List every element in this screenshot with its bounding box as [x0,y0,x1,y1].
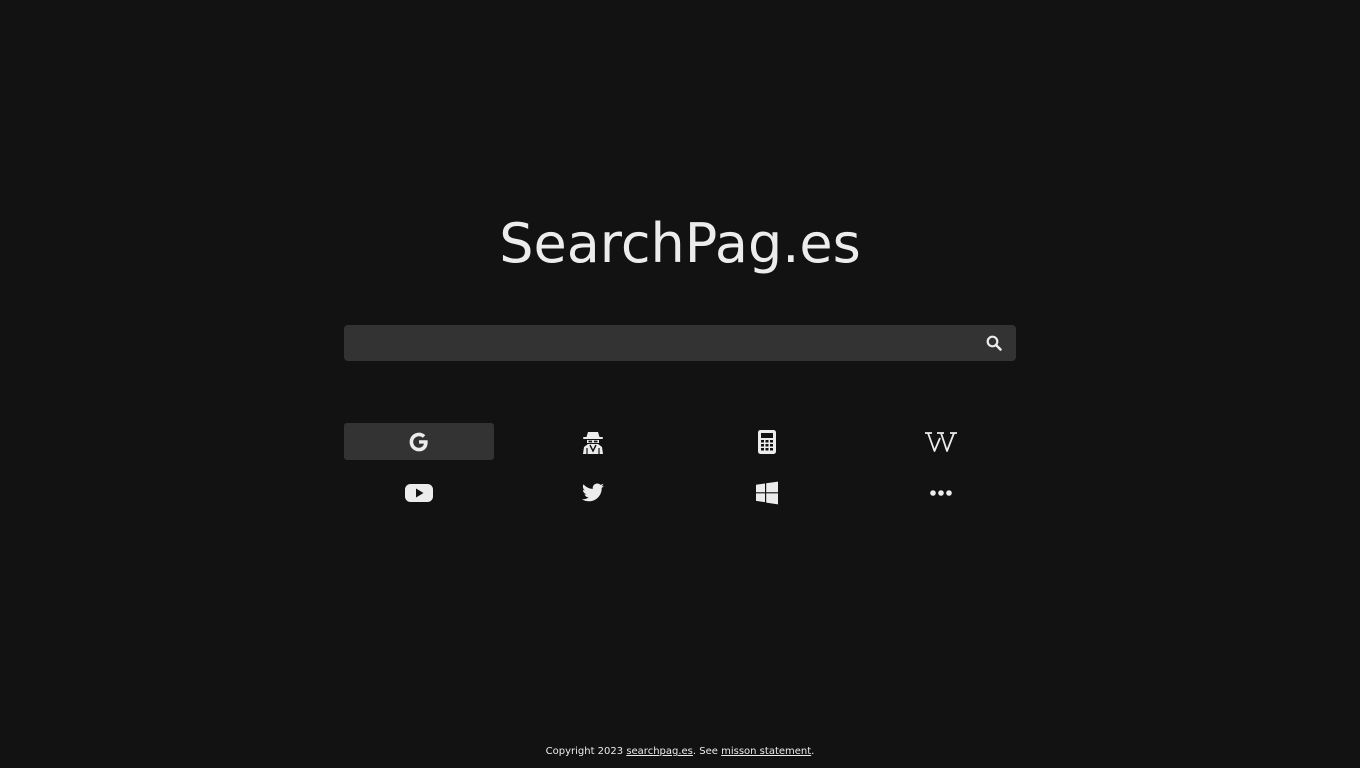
search-icon [986,335,1002,351]
windows-icon [756,481,778,504]
engine-calculator-button[interactable] [692,423,842,460]
site-title: SearchPag.es [499,212,861,275]
mission-statement-link[interactable]: misson statement [721,746,811,757]
calculator-icon [758,429,776,454]
search-box [344,325,1016,361]
footer: Copyright 2023 searchpag.es. See misson … [0,746,1360,757]
engine-wikipedia-button[interactable] [866,423,1016,460]
youtube-icon [405,483,433,502]
footer-period: . [811,746,815,757]
site-link[interactable]: searchpag.es [626,746,693,757]
engine-youtube-button[interactable] [344,474,494,511]
twitter-icon [582,483,604,501]
search-button[interactable] [984,333,1004,353]
engine-incognito-button[interactable] [518,423,668,460]
engine-google-button[interactable] [344,423,494,460]
more-icon [930,489,952,496]
engine-twitter-button[interactable] [518,474,668,511]
engine-more-button[interactable] [866,474,1016,511]
search-input[interactable] [344,325,964,361]
engine-windows-button[interactable] [692,474,842,511]
google-icon [409,432,428,451]
wikipedia-icon [925,431,957,452]
search-engine-grid [344,423,1016,511]
footer-copyright: Copyright 2023 [545,746,627,757]
incognito-icon [583,431,603,454]
page: SearchPag.es Copyright 2023 searchpag.es… [0,0,1360,768]
footer-see-text: . See [692,746,722,757]
